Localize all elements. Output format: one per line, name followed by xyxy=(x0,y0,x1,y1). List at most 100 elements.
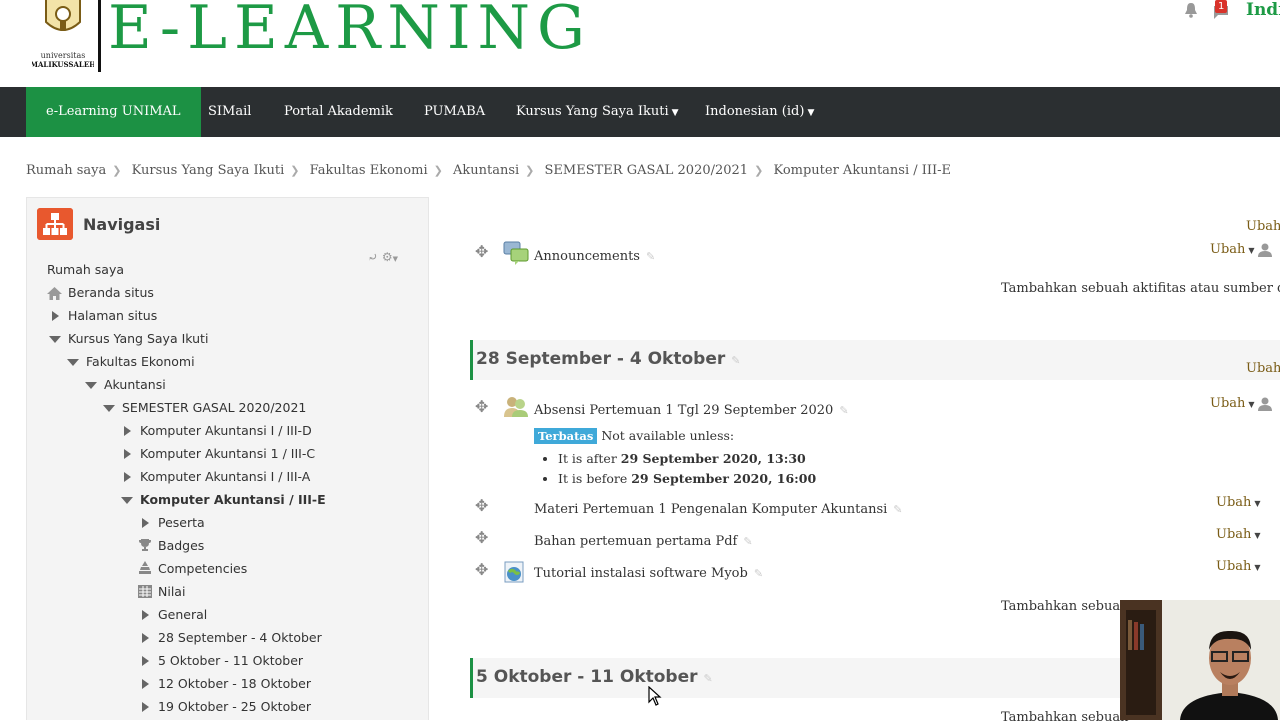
activity-bahan[interactable]: Bahan pertemuan pertama Pdf ✎ xyxy=(534,534,753,549)
pencil-icon[interactable]: ✎ xyxy=(731,354,740,367)
collapse-icon[interactable] xyxy=(85,382,97,389)
nav-language-dropdown[interactable]: Indonesian (id) ▼ xyxy=(685,87,834,137)
block-controls[interactable]: ⤾ ⚙▼ xyxy=(368,250,398,264)
pencil-icon[interactable]: ✎ xyxy=(646,250,655,263)
tree-item-course-iii-e[interactable]: Komputer Akuntansi / III-E xyxy=(140,490,326,510)
site-logo-text[interactable]: E-LEARNING xyxy=(108,0,592,68)
expand-icon[interactable] xyxy=(124,449,131,459)
activity-edit-menu[interactable]: Ubah ▼ xyxy=(1216,527,1261,542)
nav-portal-akademik[interactable]: Portal Akademik xyxy=(264,87,413,137)
tree-item-nilai[interactable]: Nilai xyxy=(158,582,185,602)
move-icon[interactable]: ✥ xyxy=(475,528,488,547)
section-title[interactable]: 5 Oktober - 11 Oktober ✎ xyxy=(476,667,713,687)
add-activity-link[interactable]: Tambahkan sebuah aktifitas atau sumber d… xyxy=(1001,281,1280,296)
tree-item-week-4[interactable]: 19 Oktober - 25 Oktober xyxy=(158,697,311,717)
add-activity-link[interactable]: Tambahkan sebuah xyxy=(1001,710,1129,725)
expand-icon[interactable] xyxy=(142,518,149,528)
logo-divider xyxy=(98,0,101,72)
bell-icon[interactable] xyxy=(1183,2,1199,18)
home-icon xyxy=(47,287,62,300)
tree-item-peserta[interactable]: Peserta xyxy=(158,513,205,533)
edit-label: Ubah xyxy=(1216,495,1252,510)
breadcrumb-item[interactable]: Kursus Yang Saya Ikuti xyxy=(132,163,285,178)
activity-edit-menu[interactable]: Ubah ▼ xyxy=(1216,559,1261,574)
dock-icon[interactable]: ⤾ xyxy=(368,250,378,264)
expand-icon[interactable] xyxy=(124,426,131,436)
tree-item-course-iii-c[interactable]: Komputer Akuntansi 1 / III-C xyxy=(140,444,315,464)
breadcrumb-item[interactable]: Rumah saya xyxy=(26,163,106,178)
expand-icon[interactable] xyxy=(142,610,149,620)
tree-item-kursus[interactable]: Kursus Yang Saya Ikuti xyxy=(68,329,208,349)
user-menu[interactable]: Indr xyxy=(1246,0,1280,20)
section-edit-link[interactable]: Ubah xyxy=(1246,219,1280,234)
pencil-icon[interactable]: ✎ xyxy=(839,404,848,417)
pencil-icon[interactable]: ✎ xyxy=(754,567,763,580)
tree-item-badges[interactable]: Badges xyxy=(158,536,204,556)
move-icon[interactable]: ✥ xyxy=(475,397,488,416)
caret-down-icon: ▼ xyxy=(1254,563,1261,572)
nav-kursus-dropdown[interactable]: Kursus Yang Saya Ikuti ▼ xyxy=(496,87,699,137)
move-icon[interactable]: ✥ xyxy=(475,496,488,515)
collapse-icon[interactable] xyxy=(67,359,79,366)
activity-edit-menu[interactable]: Ubah ▼ xyxy=(1216,495,1261,510)
add-activity-link[interactable]: Tambahkan sebuah xyxy=(1001,599,1129,614)
section-title[interactable]: 28 September - 4 Oktober ✎ xyxy=(476,349,740,369)
breadcrumb-item-current[interactable]: Komputer Akuntansi / III-E xyxy=(773,163,951,178)
add-activity-label: Tambahkan sebuah aktifitas atau sumber d… xyxy=(1001,281,1280,296)
tree-item-fakultas-ekonomi[interactable]: Fakultas Ekonomi xyxy=(86,352,195,372)
pencil-icon[interactable]: ✎ xyxy=(893,503,902,516)
expand-icon[interactable] xyxy=(142,702,149,712)
activity-absensi[interactable]: Absensi Pertemuan 1 Tgl 29 September 202… xyxy=(534,403,849,418)
tree-item-general[interactable]: General xyxy=(158,605,207,625)
breadcrumb-item[interactable]: SEMESTER GASAL 2020/2021 xyxy=(545,163,749,178)
caret-down-icon: ▼ xyxy=(671,108,679,118)
tree-item-competencies[interactable]: Competencies xyxy=(158,559,247,579)
gear-icon[interactable]: ⚙ xyxy=(382,250,393,264)
nav-elearning-unimal[interactable]: e-Learning UNIMAL xyxy=(26,87,201,137)
expand-icon[interactable] xyxy=(52,311,59,321)
pencil-icon[interactable]: ✎ xyxy=(743,535,752,548)
tree-label: Peserta xyxy=(158,515,205,530)
nav-pumaba[interactable]: PUMABA xyxy=(404,87,505,137)
attendance-icon xyxy=(504,397,528,417)
tree-item-beranda-situs[interactable]: Beranda situs xyxy=(68,283,154,303)
chevron-right-icon: ❯ xyxy=(112,164,122,177)
breadcrumb-item[interactable]: Fakultas Ekonomi xyxy=(310,163,428,178)
activity-edit-menu[interactable]: Ubah ▼ xyxy=(1210,396,1255,411)
move-icon[interactable]: ✥ xyxy=(475,242,488,261)
user-icon[interactable] xyxy=(1258,243,1272,257)
move-icon[interactable]: ✥ xyxy=(475,560,488,579)
collapse-icon[interactable] xyxy=(103,405,115,412)
activity-materi[interactable]: Materi Pertemuan 1 Pengenalan Komputer A… xyxy=(534,502,903,517)
expand-icon[interactable] xyxy=(142,633,149,643)
collapse-icon[interactable] xyxy=(49,336,61,343)
breadcrumb-item[interactable]: Akuntansi xyxy=(453,163,519,178)
section-edit-link[interactable]: Ubah xyxy=(1246,361,1280,376)
expand-icon[interactable] xyxy=(142,656,149,666)
activity-edit-menu[interactable]: Ubah ▼ xyxy=(1210,242,1255,257)
section-title-text: 28 September - 4 Oktober xyxy=(476,349,726,369)
pencil-icon[interactable]: ✎ xyxy=(704,672,713,685)
nav-simail[interactable]: SIMail xyxy=(188,87,271,137)
tree-item-week-2[interactable]: 5 Oktober - 11 Oktober xyxy=(158,651,303,671)
activity-tutorial[interactable]: Tutorial instalasi software Myob ✎ xyxy=(534,566,763,581)
tree-label: 12 Oktober - 18 Oktober xyxy=(158,676,311,691)
expand-icon[interactable] xyxy=(124,472,131,482)
caret-down-icon: ▼ xyxy=(392,255,399,263)
tree-item-week-1[interactable]: 28 September - 4 Oktober xyxy=(158,628,322,648)
collapse-icon[interactable] xyxy=(121,497,133,504)
tree-item-semester[interactable]: SEMESTER GASAL 2020/2021 xyxy=(122,398,306,418)
tree-item-week-3[interactable]: 12 Oktober - 18 Oktober xyxy=(158,674,311,694)
tree-label: Badges xyxy=(158,538,205,553)
edit-label: Ubah xyxy=(1210,396,1246,411)
tree-item-course-iii-a[interactable]: Komputer Akuntansi I / III-A xyxy=(140,467,310,487)
tree-item-akuntansi[interactable]: Akuntansi xyxy=(104,375,166,395)
tree-item-course-iii-d[interactable]: Komputer Akuntansi I / III-D xyxy=(140,421,312,441)
expand-icon[interactable] xyxy=(142,679,149,689)
sitemap-icon xyxy=(37,208,73,240)
university-logo[interactable]: universitas MALIKUSSALEH xyxy=(32,0,94,70)
tree-item-rumah-saya[interactable]: Rumah saya xyxy=(47,260,124,280)
tree-item-halaman-situs[interactable]: Halaman situs xyxy=(68,306,157,326)
activity-announcements[interactable]: Announcements ✎ xyxy=(534,249,655,264)
user-icon[interactable] xyxy=(1258,397,1272,411)
